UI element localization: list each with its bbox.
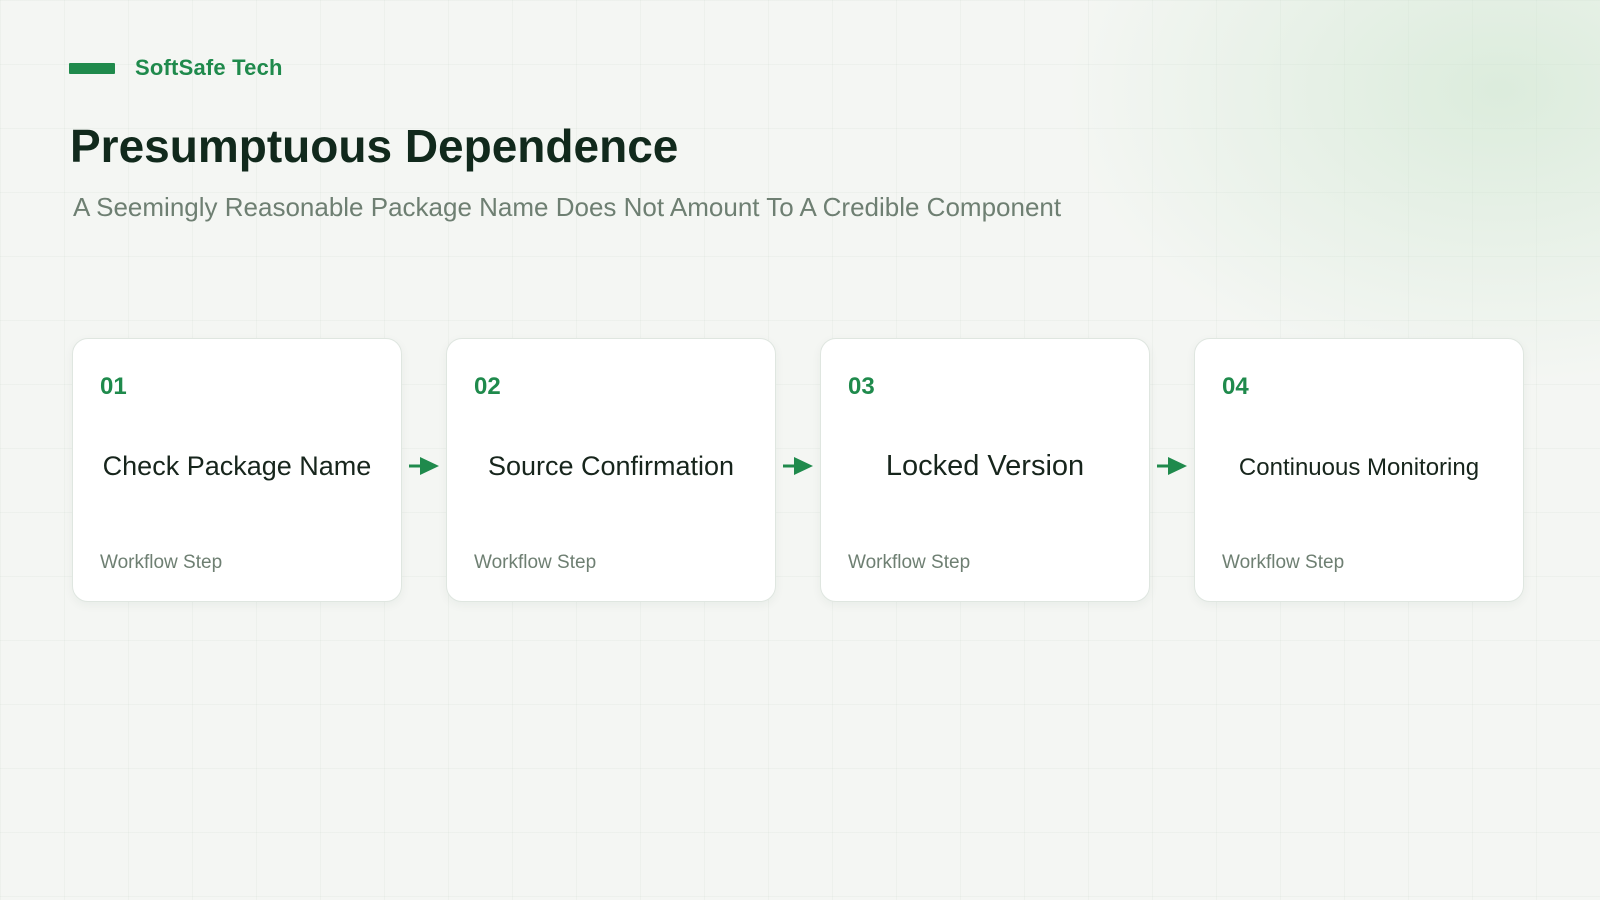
arrow-right-icon xyxy=(1157,457,1187,475)
brand-accent-bar xyxy=(69,62,115,74)
step-title: Continuous Monitoring xyxy=(1238,454,1480,481)
brand: SoftSafe Tech xyxy=(69,55,283,81)
step-number: 04 xyxy=(1222,373,1249,400)
step-title: Check Package Name xyxy=(102,451,372,481)
step-number: 01 xyxy=(100,373,127,400)
brand-name: SoftSafe Tech xyxy=(135,55,283,80)
step-caption: Workflow Step xyxy=(474,552,597,573)
step-caption: Workflow Step xyxy=(848,552,971,573)
arrow-right-icon xyxy=(409,457,439,475)
step-card-3: 03 Locked Version Workflow Step xyxy=(820,338,1150,602)
step-number: 03 xyxy=(848,373,875,400)
step-number: 02 xyxy=(474,373,501,400)
step-card-1: 01 Check Package Name Workflow Step xyxy=(72,338,402,602)
step-caption: Workflow Step xyxy=(1222,552,1345,573)
page-subtitle: A Seemingly Reasonable Package Name Does… xyxy=(73,192,1062,222)
step-caption: Workflow Step xyxy=(100,552,223,573)
step-title: Source Confirmation xyxy=(487,451,735,481)
step-card-2: 02 Source Confirmation Workflow Step xyxy=(446,338,776,602)
step-title: Locked Version xyxy=(885,450,1085,482)
arrow-right-icon xyxy=(783,457,813,475)
page-title: Presumptuous Dependence xyxy=(70,120,679,172)
step-card-4: 04 Continuous Monitoring Workflow Step xyxy=(1194,338,1524,602)
